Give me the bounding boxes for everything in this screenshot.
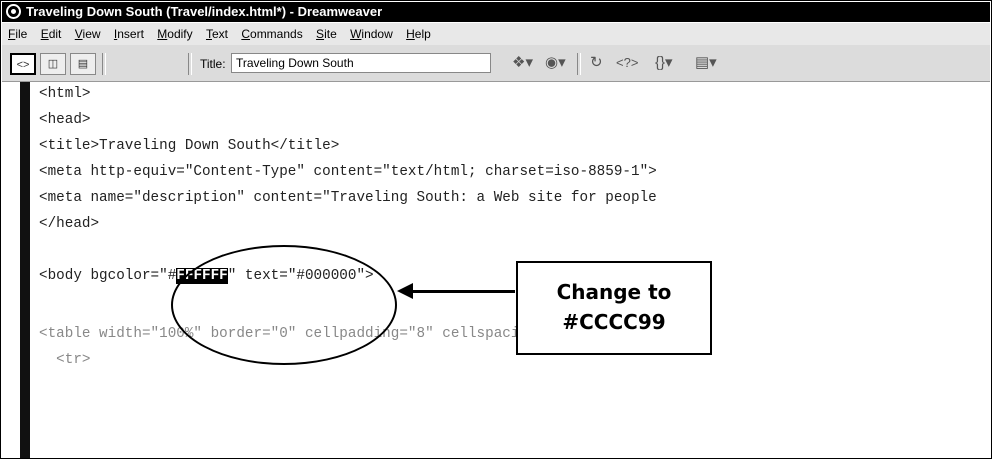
screenshot-frame: Traveling Down South (Travel/index.html*… [0, 0, 992, 459]
toolbar-separator [188, 53, 192, 75]
braces-icon[interactable]: {}▾ [655, 54, 673, 72]
file-management-icon[interactable]: ❖▾ [512, 54, 533, 72]
code-line: <tr> [39, 352, 91, 368]
code-view-button[interactable]: <> [10, 53, 36, 75]
code-line: <html> [39, 86, 91, 102]
dreamweaver-app-icon [6, 4, 21, 19]
menu-window[interactable]: Window [350, 23, 393, 45]
design-view-button[interactable]: ▤ [70, 53, 96, 75]
code-view-icon: <> [16, 59, 30, 71]
code-text[interactable]: <html> <head> <title>Traveling Down Sout… [39, 82, 657, 368]
title-field-label: Title: [200, 57, 226, 71]
code-line: </head> [39, 216, 100, 232]
line-gutter [2, 82, 32, 458]
annotation-arrow-head [397, 283, 413, 299]
title-bar[interactable]: Traveling Down South (Travel/index.html*… [2, 2, 990, 22]
menu-bar: File Edit View Insert Modify Text Comman… [2, 23, 990, 45]
menu-help[interactable]: Help [406, 23, 431, 45]
code-editor[interactable]: <html> <head> <title>Traveling Down Sout… [2, 82, 990, 458]
annotation-ellipse [171, 245, 397, 365]
code-and-design-view-button[interactable]: ◫ [40, 53, 66, 75]
code-line: <title>Traveling Down South</title> [39, 138, 340, 154]
document-title-input[interactable]: Traveling Down South [231, 53, 491, 73]
body-line-before-selection: <body bgcolor="# [39, 268, 177, 284]
code-navigation-icon[interactable]: <?> [616, 54, 638, 72]
window-title: Traveling Down South (Travel/index.html*… [26, 4, 383, 19]
menu-modify[interactable]: Modify [157, 23, 192, 45]
menu-commands[interactable]: Commands [241, 23, 302, 45]
menu-text[interactable]: Text [206, 23, 228, 45]
refresh-icon[interactable]: ↻ [590, 54, 603, 72]
menu-site[interactable]: Site [316, 23, 337, 45]
code-line: <meta http-equiv="Content-Type" content=… [39, 164, 657, 180]
design-view-icon: ▤ [77, 58, 89, 70]
annotation-callout: Change to #CCCC99 [516, 261, 712, 355]
code-line: <head> [39, 112, 91, 128]
document-toolbar: <> ◫ ▤ Title: Traveling Down South ❖▾ ◉▾… [2, 45, 990, 82]
callout-line-1: Change to [556, 280, 672, 304]
preview-icon[interactable]: ◉▾ [545, 54, 566, 72]
callout-line-2: #CCCC99 [562, 310, 666, 334]
code-line: <meta name="description" content="Travel… [39, 190, 657, 206]
toolbar-separator [577, 53, 581, 75]
menu-file[interactable]: File [8, 23, 27, 45]
toolbar-separator [102, 53, 106, 75]
annotation-arrow [411, 290, 515, 293]
gutter-bar [20, 82, 30, 458]
split-view-icon: ◫ [47, 58, 59, 70]
view-options-icon[interactable]: ▤▾ [695, 54, 717, 72]
menu-insert[interactable]: Insert [114, 23, 144, 45]
menu-view[interactable]: View [75, 23, 101, 45]
menu-edit[interactable]: Edit [41, 23, 62, 45]
